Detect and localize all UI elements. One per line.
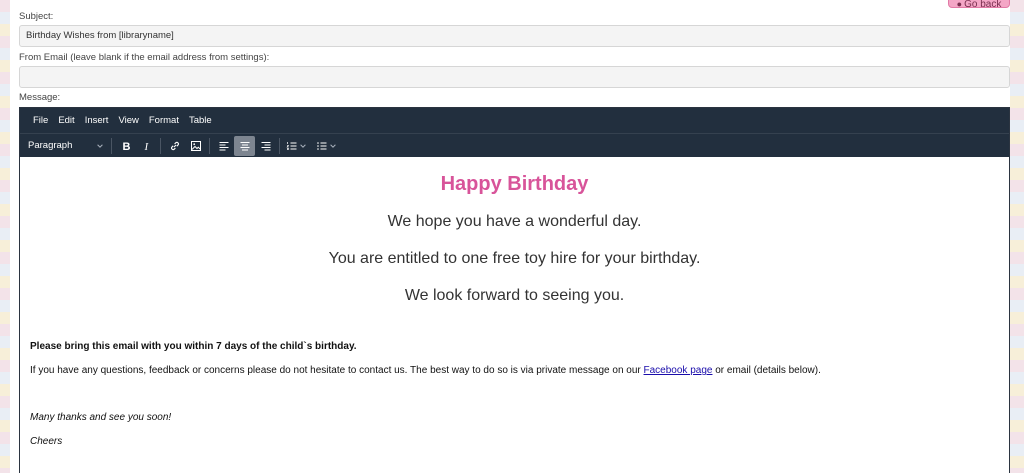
email-line-look-forward: We look forward to seeing you. [404, 287, 625, 304]
facebook-page-link[interactable]: Facebook page [644, 365, 713, 376]
menu-table[interactable]: Table [184, 108, 217, 133]
rich-text-editor: File Edit Insert View Format Table Parag… [19, 107, 1010, 473]
contact-text-after: or email (details below). [712, 365, 821, 376]
editor-menubar: File Edit Insert View Format Table [20, 108, 1009, 133]
email-heading: Happy Birthday [440, 173, 589, 195]
toolbar-divider [111, 137, 112, 154]
background-pattern-left [0, 0, 10, 473]
go-back-button[interactable]: ● Go back [948, 0, 1010, 10]
align-right-icon [261, 141, 270, 151]
menu-file[interactable]: File [28, 108, 53, 133]
email-line-wonderful-day: We hope you have a wonderful day. [387, 213, 642, 230]
chevron-down-icon [330, 143, 336, 148]
align-center-button[interactable] [234, 135, 255, 156]
menu-view[interactable]: View [113, 108, 143, 133]
bold-icon: B [122, 141, 130, 152]
from-email-label: From Email (leave blank if the email add… [19, 52, 270, 63]
chevron-down-icon [97, 143, 103, 148]
email-thanks: Many thanks and see you soon! [30, 412, 172, 423]
align-center-icon [240, 141, 249, 151]
bullet-list-icon [317, 141, 327, 150]
svg-text:B: B [122, 141, 130, 152]
from-email-input[interactable] [19, 66, 1010, 88]
menu-format[interactable]: Format [144, 108, 184, 133]
email-line-free-toy: You are entitled to one free toy hire fo… [328, 250, 701, 267]
email-contact-paragraph: If you have any questions, feedback or c… [30, 365, 821, 376]
bold-button[interactable]: B [115, 136, 136, 156]
italic-button[interactable]: I [136, 136, 157, 156]
subject-label: Subject: [19, 11, 54, 22]
chevron-down-icon [300, 143, 306, 148]
align-left-button[interactable] [213, 136, 234, 156]
form-panel: ● Go back Subject: Birthday Wishes from [… [10, 0, 1010, 473]
image-button[interactable] [185, 136, 206, 156]
message-label: Message: [19, 92, 61, 103]
align-left-icon [219, 141, 228, 151]
block-format-value: Paragraph [28, 140, 73, 151]
bullet-list-button[interactable] [313, 136, 343, 156]
editor-toolbar: Paragraph B I [20, 133, 1009, 157]
go-back-label: Go back [964, 0, 1002, 10]
link-icon [170, 141, 179, 150]
email-signoff: Cheers [30, 436, 63, 447]
back-arrow-icon: ● [956, 0, 963, 9]
numbered-list-button[interactable] [283, 136, 313, 156]
svg-text:I: I [143, 141, 149, 152]
menu-insert[interactable]: Insert [80, 108, 114, 133]
editor-content-area[interactable]: Happy Birthday We hope you have a wonder… [20, 157, 1009, 473]
subject-input[interactable]: Birthday Wishes from [libraryname] [19, 25, 1010, 47]
image-icon [190, 140, 201, 151]
toolbar-divider [279, 137, 280, 154]
block-format-select[interactable]: Paragraph [24, 136, 108, 156]
italic-icon: I [143, 141, 149, 152]
contact-text-before: If you have any questions, feedback or c… [30, 365, 644, 376]
toolbar-divider [209, 137, 210, 154]
toolbar-divider [160, 137, 161, 154]
background-pattern-right [1010, 0, 1024, 473]
numbered-list-icon [286, 141, 297, 150]
align-right-button[interactable] [255, 136, 276, 156]
email-bold-note: Please bring this email with you within … [30, 341, 357, 352]
menu-edit[interactable]: Edit [53, 108, 79, 133]
link-button[interactable] [164, 136, 185, 156]
